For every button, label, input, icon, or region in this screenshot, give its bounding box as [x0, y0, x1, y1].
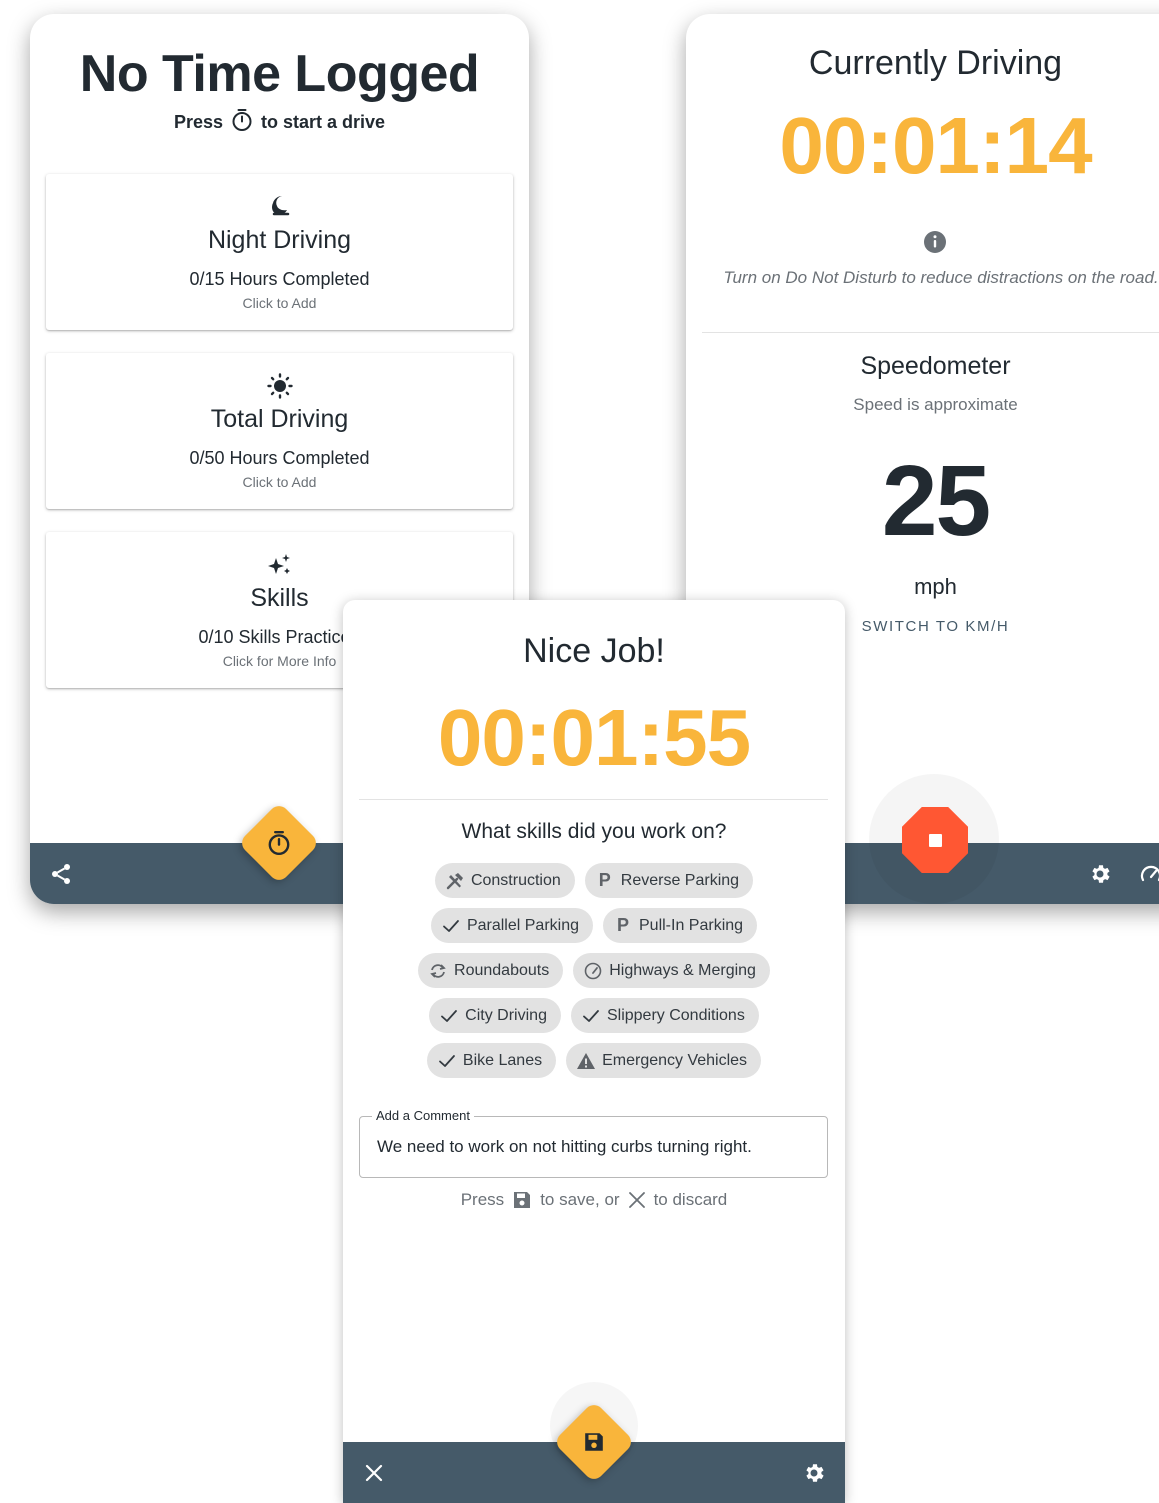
chip-row: City Driving Slippery Conditions	[343, 998, 845, 1033]
hint-press: Press	[460, 1190, 505, 1209]
drive-timer: 00:01:14	[779, 101, 1092, 190]
sun-icon	[46, 373, 513, 399]
chip-label: Parallel Parking	[466, 916, 579, 934]
divider	[702, 332, 1159, 333]
comment-label: Add a Comment	[372, 1108, 474, 1123]
close-icon	[628, 1191, 646, 1209]
info-icon	[923, 230, 947, 259]
start-hint-prefix: Press	[173, 112, 223, 132]
chip-label: Reverse Parking	[620, 871, 740, 889]
save-hint: Press to save, or to discard	[343, 1190, 845, 1210]
parking-icon: P	[616, 915, 629, 935]
skill-chip-reverse-parking[interactable]: P Reverse Parking	[584, 863, 754, 898]
skill-chip-slippery-conditions[interactable]: Slippery Conditions	[570, 998, 759, 1033]
skill-chip-bike-lanes[interactable]: Bike Lanes	[426, 1043, 557, 1078]
skill-chip-parallel-parking[interactable]: Parallel Parking	[430, 908, 593, 943]
save-icon	[583, 1431, 605, 1453]
skill-chip-construction[interactable]: Construction	[434, 863, 575, 898]
hint-save: to save, or	[540, 1190, 620, 1209]
speed-value: 25	[881, 445, 991, 557]
chip-label: Emergency Vehicles	[602, 1051, 748, 1069]
skill-chip-pull-in-parking[interactable]: P Pull-In Parking	[603, 908, 758, 943]
chip-label: City Driving	[465, 1006, 547, 1024]
card-progress: 0/15 Hours Completed	[189, 269, 370, 289]
card-title: Total Driving	[210, 405, 349, 433]
moon-icon	[46, 194, 513, 218]
roundabout-icon	[428, 961, 448, 981]
speedometer-title: Speedometer	[860, 352, 1011, 380]
finish-screen: Nice Job! 00:01:55 What skills did you w…	[343, 600, 845, 1503]
chip-row: Roundabouts Highways & Merging	[343, 953, 845, 988]
page-title: No Time Logged	[79, 45, 480, 103]
skill-chip-highways-merging[interactable]: Highways & Merging	[573, 953, 770, 988]
share-icon[interactable]	[48, 861, 74, 887]
check-icon	[441, 916, 461, 936]
tools-icon	[445, 871, 465, 891]
close-icon[interactable]	[361, 1460, 387, 1486]
chip-label: Bike Lanes	[462, 1051, 543, 1069]
chip-row: Bike Lanes Emergency Vehicles	[343, 1043, 845, 1078]
chip-row: Construction P Reverse Parking	[343, 863, 845, 898]
warning-icon	[576, 1051, 596, 1071]
total-driving-card[interactable]: Total Driving 0/50 Hours Completed Click…	[46, 353, 513, 509]
chip-label: Pull-In Parking	[639, 916, 744, 934]
speedometer-icon	[583, 961, 603, 981]
card-action[interactable]: Click to Add	[46, 474, 513, 490]
parking-icon: P	[598, 870, 611, 890]
finish-timer: 00:01:55	[437, 693, 751, 782]
chip-label: Roundabouts	[454, 961, 550, 979]
chip-row: Parallel Parking P Pull-In Parking	[343, 908, 845, 943]
card-progress: 0/50 Hours Completed	[189, 448, 370, 468]
comment-value[interactable]: We need to work on not hitting curbs tur…	[377, 1137, 752, 1157]
night-driving-card[interactable]: Night Driving 0/15 Hours Completed Click…	[46, 174, 513, 330]
stopwatch-icon	[267, 830, 291, 856]
start-hint-suffix: to start a drive	[261, 112, 386, 132]
stop-icon	[928, 833, 942, 847]
chip-label: Construction	[470, 871, 561, 889]
check-icon	[437, 1051, 457, 1071]
check-icon	[581, 1006, 601, 1026]
finish-title: Nice Job!	[523, 632, 665, 670]
gear-icon[interactable]	[1087, 861, 1113, 887]
divider	[359, 799, 828, 800]
skill-chip-roundabouts[interactable]: Roundabouts	[418, 953, 564, 988]
skill-chip-emergency-vehicles[interactable]: Emergency Vehicles	[566, 1043, 762, 1078]
start-hint: Press to start a drive	[30, 108, 529, 137]
speedometer-subtitle: Speed is approximate	[853, 395, 1018, 414]
gear-icon[interactable]	[801, 1460, 827, 1486]
card-title: Night Driving	[207, 226, 352, 254]
chip-label: Highways & Merging	[609, 961, 756, 979]
stop-drive-button[interactable]	[902, 807, 968, 873]
sparkle-icon	[46, 552, 513, 578]
comment-field[interactable]: Add a Comment We need to work on not hit…	[359, 1108, 828, 1178]
dnd-tip: Turn on Do Not Disturb to reduce distrac…	[723, 268, 1159, 287]
stopwatch-icon	[231, 108, 253, 137]
speedometer-icon[interactable]	[1138, 861, 1159, 887]
check-icon	[439, 1006, 459, 1026]
skills-question: What skills did you work on?	[461, 820, 727, 843]
chip-label: Slippery Conditions	[606, 1006, 745, 1024]
save-icon	[512, 1190, 532, 1210]
drive-title: Currently Driving	[808, 44, 1063, 82]
speed-unit: mph	[914, 574, 957, 599]
skill-chip-city-driving[interactable]: City Driving	[429, 998, 561, 1033]
hint-discard: to discard	[653, 1190, 728, 1209]
card-action[interactable]: Click to Add	[46, 295, 513, 311]
